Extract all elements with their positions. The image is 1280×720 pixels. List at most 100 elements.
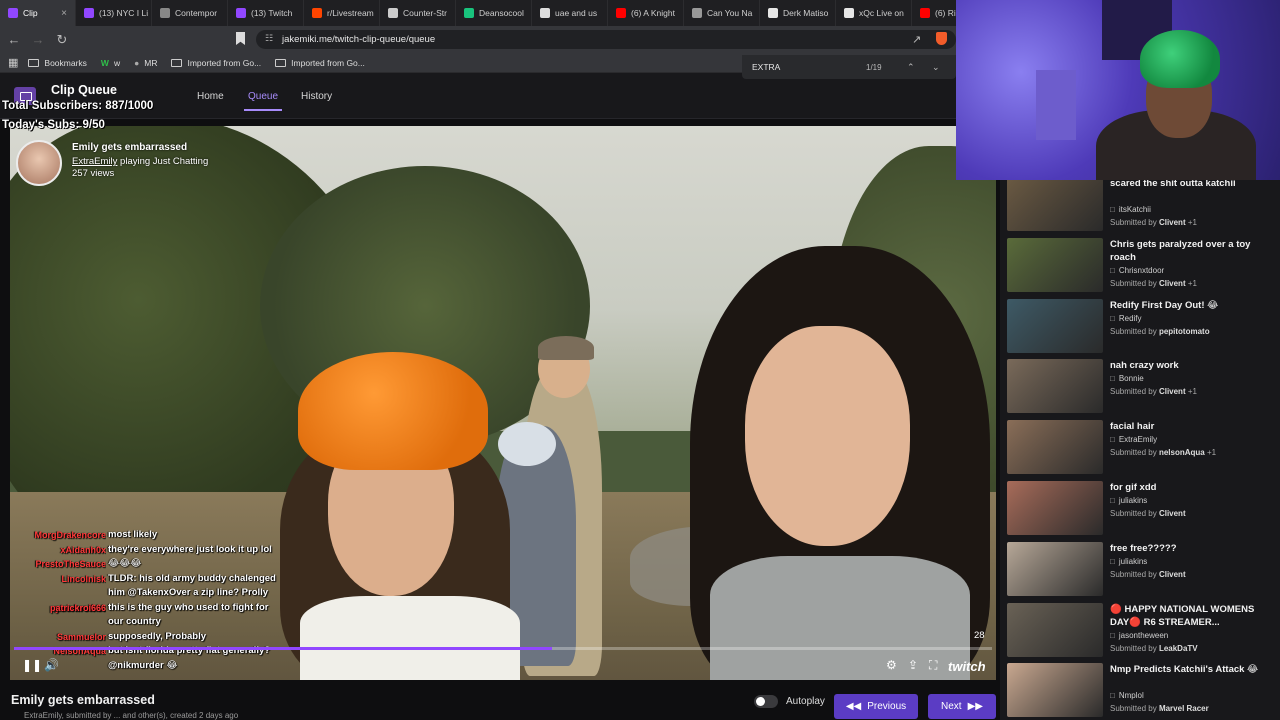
autoplay-toggle[interactable] — [754, 695, 778, 708]
queue-thumbnail[interactable] — [1007, 359, 1103, 414]
queue-item-channel-name: juliakins — [1118, 556, 1148, 566]
find-prev-icon[interactable]: ⌃ — [907, 62, 915, 73]
brave-shield-icon[interactable] — [936, 32, 947, 45]
browser-tab[interactable]: r/Livestream — [304, 0, 380, 26]
submitted-by-label: Submitted by — [1110, 326, 1157, 336]
settings-gear-icon[interactable]: ⚙ — [886, 658, 897, 672]
tab-favicon-icon — [768, 8, 778, 18]
queue-thumbnail[interactable] — [1007, 180, 1103, 231]
queue-item[interactable]: nah crazy work □ Bonnie Submitted by Cliven… — [1007, 359, 1275, 417]
tab-label: (6) A Knight — [631, 8, 675, 18]
browser-tab[interactable]: Can You Na — [684, 0, 760, 26]
queue-item-title: Redify First Day Out! 😂 — [1110, 299, 1219, 311]
find-bar: EXTRA 1/19 ⌃ ⌄ — [742, 55, 956, 79]
chat-username: MorgDrakencore — [34, 530, 106, 540]
bookmark-icon[interactable] — [236, 32, 245, 45]
submitter-name: nelsonAqua — [1158, 448, 1205, 458]
video-frame — [745, 326, 910, 546]
queue-item-submitter: Submitted by Clivent +1 — [1110, 279, 1197, 288]
address-bar[interactable]: ☷ jakemiki.me/twitch-clip-queue/queue — [256, 30, 956, 49]
apps-grid-icon[interactable]: ▦ — [8, 56, 18, 69]
queue-item[interactable]: for gif xdd □ juliakins Submitted by Cliven… — [1007, 481, 1275, 539]
browser-tab[interactable]: Deansocool — [456, 0, 532, 26]
bookmark-item[interactable]: ● MR — [134, 58, 157, 68]
previous-button[interactable]: ◀◀ Previous — [834, 694, 918, 719]
share-clip-icon[interactable]: ⇪ — [908, 658, 918, 672]
channel-icon: □ — [1110, 691, 1115, 701]
submitter-name: Clivent — [1158, 218, 1186, 227]
share-icon[interactable]: ↗ — [912, 33, 921, 46]
queue-item-channel-name: juliakins — [1118, 496, 1148, 505]
browser-tab[interactable]: Counter-Str — [380, 0, 456, 26]
tab-label: (13) Twitch — [251, 8, 293, 18]
submitter-extra: +1 — [1187, 218, 1197, 227]
submitter-name: LeakDaTV — [1158, 643, 1198, 653]
nav-home[interactable]: Home — [197, 91, 224, 102]
find-next-icon[interactable]: ⌄ — [932, 62, 940, 73]
pause-icon[interactable]: ❚❚ — [22, 658, 42, 672]
find-input[interactable]: EXTRA — [752, 62, 780, 72]
browser-tab[interactable]: Derk Matiso — [760, 0, 836, 26]
queue-item-channel-name: Chrisnxtdoor — [1118, 265, 1165, 275]
back-icon[interactable]: ← — [4, 32, 24, 47]
tab-favicon-icon — [844, 8, 854, 18]
nav-queue[interactable]: Queue — [243, 91, 283, 111]
clip-channel-link[interactable]: ExtraEmily — [72, 156, 117, 167]
clip-channel-line: ExtraEmily playing Just Chatting — [72, 156, 208, 167]
queue-item[interactable]: Chris gets paralyzed over a toy roach □ Ch… — [1007, 237, 1275, 296]
today-subs-overlay: Today's Subs: 9/50 — [2, 119, 105, 131]
twitch-logo[interactable]: twitch — [948, 659, 986, 674]
queue-item[interactable]: facial hair □ ExtraEmily Submitted by nelso… — [1007, 420, 1275, 478]
queue-thumbnail[interactable] — [1007, 481, 1103, 535]
browser-tab[interactable]: xQc Live on — [836, 0, 912, 26]
tab-label: r/Livestream — [327, 8, 374, 18]
queue-item-channel-name: Bonnie — [1118, 374, 1144, 384]
volume-icon[interactable]: 🔊 — [44, 658, 59, 672]
close-tab-icon[interactable]: × — [61, 8, 67, 19]
streamer-avatar[interactable] — [16, 140, 62, 186]
bookmark-item[interactable]: Ww — [101, 58, 120, 68]
queue-item-submitter: Submitted by nelsonAqua +1 — [1110, 448, 1216, 457]
queue-item[interactable]: free free????? □ juliakins Submitted by Cli… — [1007, 541, 1275, 600]
next-button[interactable]: Next ▶▶ — [928, 694, 996, 719]
browser-tab[interactable]: (13) Twitch — [228, 0, 304, 26]
browser-tab[interactable]: Clip × — [0, 0, 76, 26]
queue-thumbnail[interactable] — [1007, 237, 1103, 292]
queue-item-channel: □ juliakins — [1110, 557, 1147, 566]
chat-text: most likely — [108, 529, 158, 540]
queue-item[interactable]: Nmp Predicts Katchii's Attack 😂 □ Nmplol Su… — [1007, 663, 1275, 720]
submitter-name: Clivent — [1158, 278, 1186, 288]
browser-tab[interactable]: Contempor — [152, 0, 228, 26]
fullscreen-icon[interactable]: ⛶ — [929, 658, 937, 673]
queue-thumbnail[interactable] — [1007, 298, 1103, 353]
queue-item-channel-name: Nmplol — [1118, 691, 1144, 701]
queue-thumbnail[interactable] — [1007, 541, 1103, 596]
chat-username: Sammuelor — [56, 631, 106, 642]
tab-favicon-icon — [84, 8, 94, 18]
submitter-name: Clivent — [1158, 569, 1186, 579]
forward-icon[interactable]: → — [28, 32, 48, 47]
channel-icon: □ — [1110, 435, 1115, 445]
queue-item-channel: □ Redify — [1110, 314, 1142, 323]
browser-tab[interactable]: (6) A Knight — [608, 0, 684, 26]
queue-item-submitter: Submitted by pepitotomato — [1110, 327, 1210, 336]
reload-icon[interactable]: ↻ — [52, 32, 72, 48]
site-info-icon[interactable]: ☷ — [265, 33, 273, 44]
queue-thumbnail[interactable] — [1007, 602, 1103, 657]
browser-tab[interactable]: (13) NYC I Li — [76, 0, 152, 26]
chat-message: xAidanh0x they're everywhere just look it… — [20, 543, 280, 558]
browser-tab[interactable]: uae and us — [532, 0, 608, 26]
bookmark-item[interactable]: Imported from Go... — [171, 58, 261, 68]
queue-item[interactable]: Redify First Day Out! 😂 □ Redify Submitted … — [1007, 298, 1275, 357]
submitter-extra: +1 — [1206, 448, 1217, 458]
queue-item-title: 🔴 HAPPY NATIONAL WOMENS DAY🔴 R6 STREAMER… — [1110, 603, 1255, 629]
bookmark-item[interactable]: Imported from Go... — [275, 58, 365, 68]
queue-thumbnail[interactable] — [1007, 663, 1103, 718]
bookmark-item[interactable]: Bookmarks — [28, 58, 87, 68]
progress-bar[interactable] — [14, 647, 992, 650]
queue-item[interactable]: scared the shit outta katchii □ itsKatchii… — [1007, 180, 1275, 235]
queue-item[interactable]: 🔴 HAPPY NATIONAL WOMENS DAY🔴 R6 STREAMER… — [1007, 602, 1275, 661]
nav-history[interactable]: History — [301, 91, 332, 102]
queue-item-submitter: Submitted by Clivent +1 — [1110, 387, 1197, 396]
queue-thumbnail[interactable] — [1007, 420, 1103, 475]
